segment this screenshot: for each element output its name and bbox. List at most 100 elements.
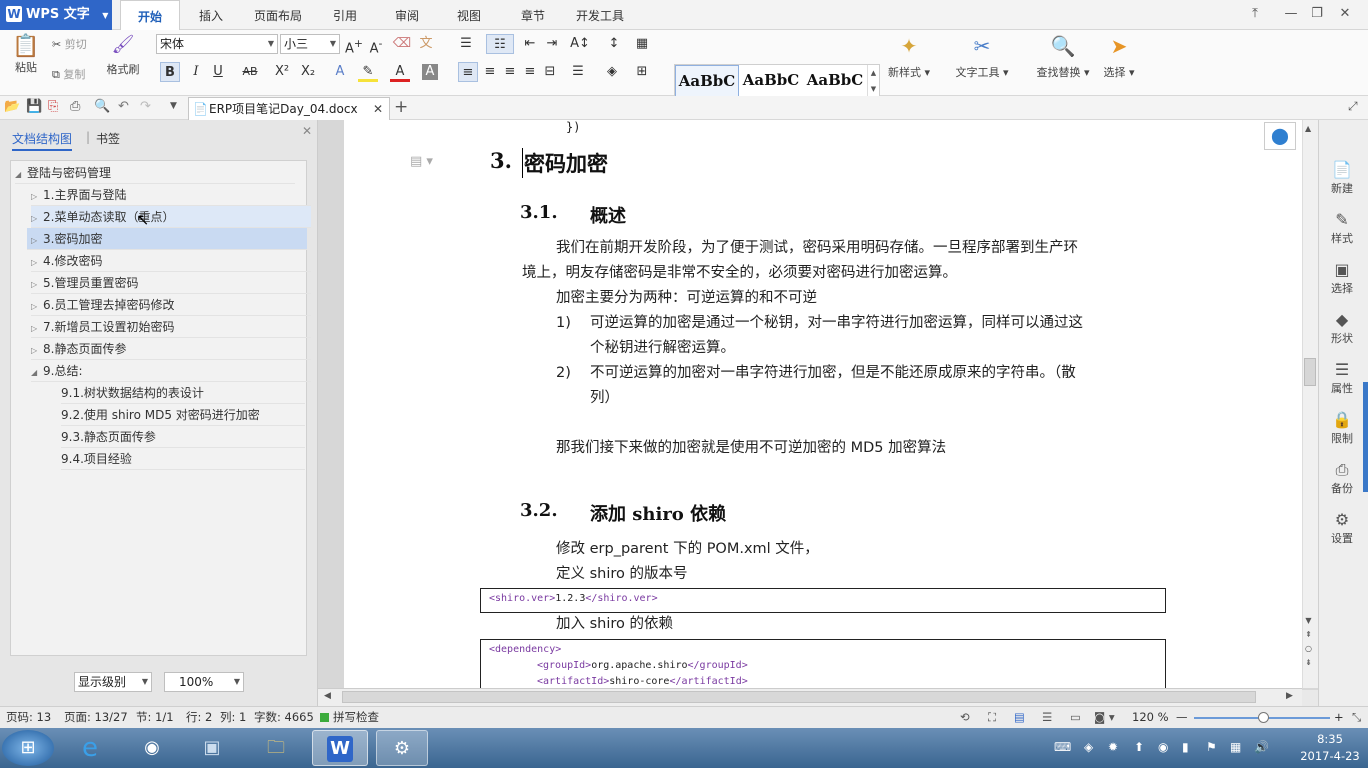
virtualbox-icon[interactable]: ▣ (188, 730, 236, 766)
task-shapes[interactable]: ◆ 形状 (1319, 310, 1365, 346)
tab-bookmarks[interactable]: 书签 (96, 130, 120, 147)
task-styles[interactable]: ✎ 样式 (1319, 210, 1365, 246)
line-spacing-icon[interactable]: ☰ (568, 62, 588, 82)
task-backup[interactable]: ⎙ 备份 (1319, 460, 1365, 496)
preview-icon[interactable]: 🔍 (94, 99, 110, 114)
tab-insert[interactable]: 插入 (186, 0, 236, 30)
select-button[interactable]: ➤ 选择 ▾ (1098, 34, 1140, 80)
task-restrict[interactable]: 🔒 限制 (1319, 410, 1365, 446)
tray-phone-icon[interactable]: ▮ (1182, 740, 1189, 754)
tree-node-9-4[interactable]: 9.4.项目经验 (61, 448, 305, 470)
distribute-icon[interactable]: ⊟ (540, 62, 560, 82)
justify-icon[interactable]: ≡ (520, 62, 540, 82)
scroll-left-icon[interactable]: ◀ (324, 691, 331, 701)
subscript-button[interactable]: X₂ (298, 62, 318, 82)
tab-document-outline[interactable]: 文档结构图 (12, 130, 73, 151)
start-button[interactable]: ⊞ (2, 730, 54, 766)
format-painter-button[interactable]: 🖌 格式刷 (102, 34, 144, 77)
task-select[interactable]: ▣ 选择 (1319, 260, 1365, 296)
open-icon[interactable]: 📂 (4, 99, 20, 114)
tab-chapter[interactable]: 章节 (510, 0, 556, 30)
spell-check-button[interactable]: 拼写检查 (333, 707, 379, 728)
close-tab-icon[interactable]: ✕ (373, 98, 383, 120)
ie-icon[interactable]: e (66, 730, 114, 766)
decrease-indent-icon[interactable]: ⇤ (520, 34, 540, 54)
increase-indent-icon[interactable]: ⇥ (542, 34, 562, 54)
bold-button[interactable]: B (160, 62, 180, 82)
align-center-icon[interactable]: ≡ (480, 62, 500, 82)
font-name-select[interactable]: 宋体 ▼ (156, 34, 278, 54)
tree-node-root[interactable]: ◢ 登陆与密码管理 (15, 162, 295, 184)
tree-node-9-1[interactable]: 9.1.树状数据结构的表设计 (61, 382, 305, 404)
new-tab-button[interactable]: + (394, 97, 408, 117)
eclipse-icon[interactable]: ◉ (128, 730, 176, 766)
find-replace-button[interactable]: 🔍 查找替换 ▾ (1032, 34, 1094, 80)
new-style-button[interactable]: ✦ 新样式 ▾ (884, 34, 934, 80)
zoom-in-button[interactable]: + (1334, 707, 1344, 728)
tree-node-5[interactable]: ▷ 5.管理员重置密码 (31, 272, 311, 294)
text-effect-icon[interactable]: A (330, 62, 350, 82)
numbered-list-icon[interactable]: ☷ (486, 34, 514, 54)
tree-node-7[interactable]: ▷ 7.新增员工设置初始密码 (31, 316, 311, 338)
superscript-button[interactable]: X² (272, 62, 292, 82)
tab-review[interactable]: 审阅 (384, 0, 430, 30)
scroll-thumb[interactable] (1304, 358, 1316, 386)
fullscreen-icon[interactable]: ⛶ (988, 707, 996, 728)
tab-page-layout[interactable]: 页面布局 (246, 0, 310, 30)
page-view-icon[interactable]: ▤ (1014, 707, 1025, 728)
task-new[interactable]: 📄 新建 (1319, 160, 1365, 196)
web-view-icon[interactable]: ▭ (1070, 707, 1081, 728)
copy-button[interactable]: ⧉ 复制 (52, 66, 100, 82)
print-icon[interactable]: ⎙ (70, 99, 80, 114)
tree-node-4[interactable]: ▷ 4.修改密码 (31, 250, 311, 272)
maximize-button[interactable]: ❐ (1306, 4, 1328, 24)
close-pane-icon[interactable]: ✕ (302, 124, 312, 138)
shading-icon[interactable]: ◈ (602, 62, 622, 82)
font-size-select[interactable]: 小三 ▼ (280, 34, 340, 54)
tree-node-8[interactable]: ▷ 8.静态页面传参 (31, 338, 311, 360)
save-icon[interactable]: 💾 (26, 99, 42, 114)
outline-view-icon[interactable]: ☰ (1042, 707, 1052, 728)
bullet-list-icon[interactable]: ☰ (456, 34, 476, 54)
h-scroll-thumb[interactable] (342, 691, 1256, 703)
tree-node-1[interactable]: ▷ 1.主界面与登陆 (31, 184, 311, 206)
text-direction-icon[interactable]: A↕ (566, 34, 594, 54)
clear-format-icon[interactable]: ⌫ (392, 34, 412, 54)
tab-developer[interactable]: 开发工具 (570, 0, 630, 30)
pinyin-icon[interactable]: 文 (416, 34, 436, 54)
volume-icon[interactable]: 🔊 (1254, 740, 1269, 754)
javaee-ide-icon[interactable]: ⚙ (376, 730, 428, 766)
document-page[interactable]: }) ▤ ▾ 3. 密码加密 3.1. 概述 我们在前期开发阶段，为了便于测试，… (344, 120, 1302, 688)
history-icon[interactable]: ⟲ (960, 707, 970, 728)
wps-app-menu[interactable]: W WPS 文字 ▼ (0, 0, 112, 30)
network-icon[interactable]: ▦ (1230, 740, 1241, 754)
borders-icon[interactable]: ⊞ (632, 62, 652, 82)
tray-app-icon[interactable]: ◉ (1158, 740, 1168, 754)
wps-taskbar-icon[interactable]: W (312, 730, 368, 766)
tree-node-3[interactable]: ▷ 3.密码加密 (27, 228, 307, 250)
undo-icon[interactable]: ↶ (118, 99, 129, 114)
zoom-slider-handle[interactable] (1258, 712, 1269, 723)
highlight-icon[interactable]: ✎ (358, 62, 378, 82)
document-tab[interactable]: 📄 ERP项目笔记Day_04.docx ✕ (188, 97, 390, 120)
tab-view[interactable]: 视图 (446, 0, 492, 30)
table-icon[interactable]: ▦ (632, 34, 652, 54)
font-color-icon[interactable]: A (390, 62, 410, 82)
tab-references[interactable]: 引用 (322, 0, 368, 30)
nav-zoom-select[interactable]: 100% ▼ (164, 672, 244, 692)
underline-button[interactable]: U (208, 62, 228, 82)
align-right-icon[interactable]: ≡ (500, 62, 520, 82)
tray-upload-icon[interactable]: ⬆ (1134, 740, 1144, 754)
reading-view-icon[interactable]: ◙ ▾ (1094, 707, 1115, 728)
tab-home[interactable]: 开始 (120, 0, 180, 31)
task-properties[interactable]: ☰ 属性 (1319, 360, 1365, 396)
tree-node-9-3[interactable]: 9.3.静态页面传参 (61, 426, 305, 448)
strikethrough-button[interactable]: AB (240, 62, 260, 82)
restore-ribbon-button[interactable]: ⤒ (1244, 4, 1266, 24)
customize-arrow-icon[interactable]: ▼ (170, 101, 177, 111)
tree-node-9[interactable]: ◢ 9.总结: (31, 360, 311, 382)
location-pin-icon[interactable]: ⬤ (1264, 122, 1296, 150)
tree-node-2[interactable]: ▷ 2.菜单动态读取（重点） (31, 206, 311, 228)
ribbon-toggle-icon[interactable]: ⤢ (1348, 99, 1358, 114)
scroll-up-icon[interactable]: ▲ (1305, 124, 1311, 133)
